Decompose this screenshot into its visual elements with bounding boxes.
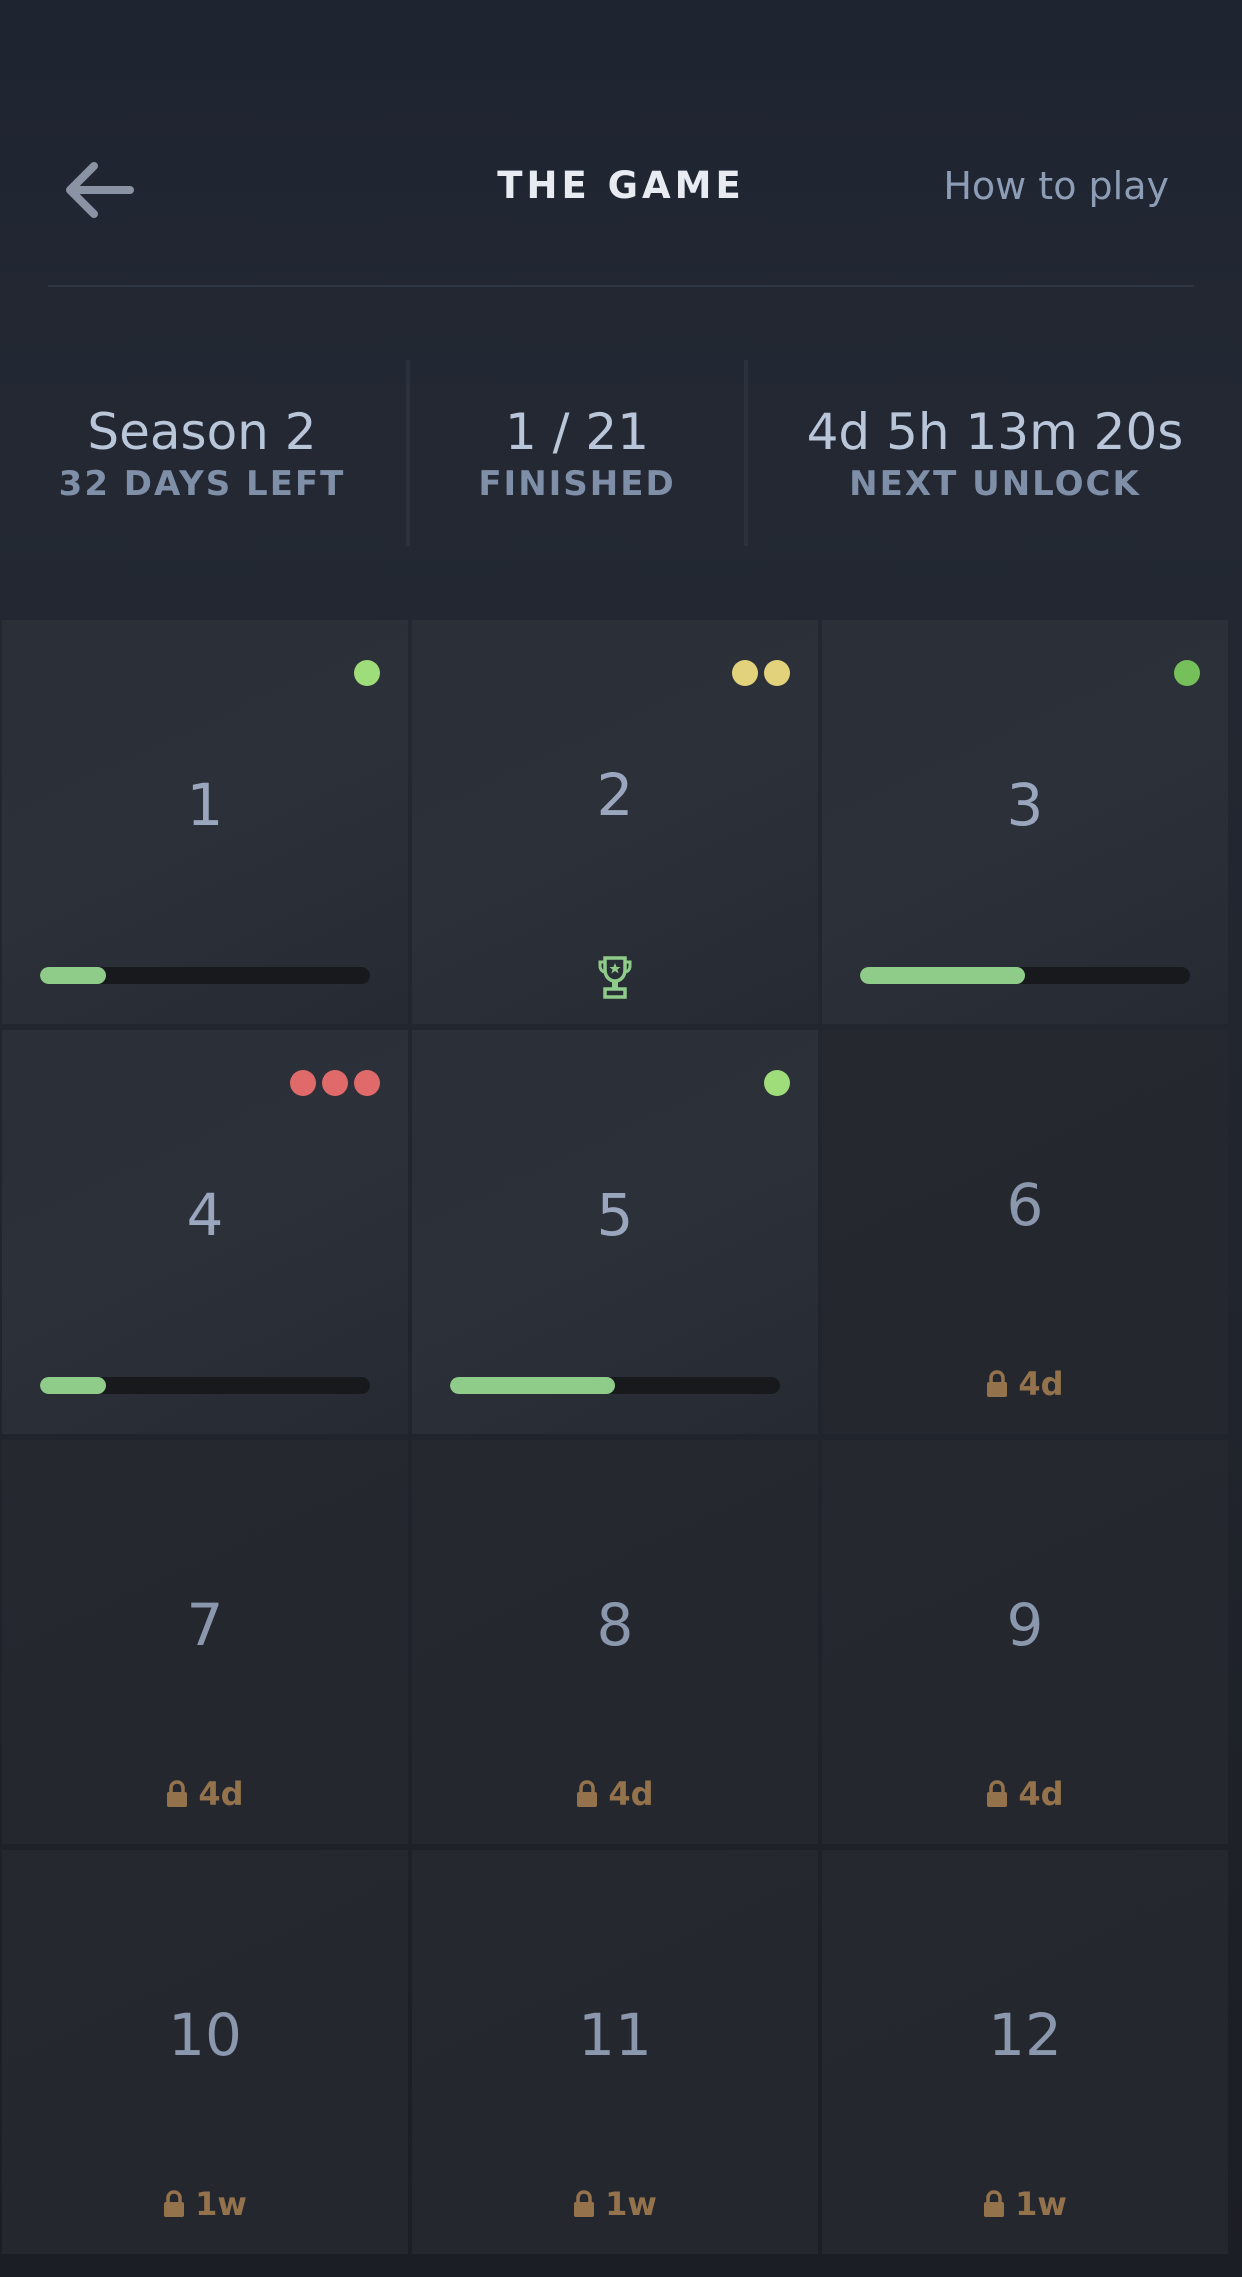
- progress-bar: [40, 967, 370, 984]
- season-value: Season 2: [87, 403, 317, 461]
- status-dot: [290, 1070, 316, 1096]
- progress-fill: [860, 967, 1025, 984]
- status-dot: [732, 660, 758, 686]
- lock-icon: [987, 1370, 1008, 1397]
- lock-time-label: 1w: [1015, 2185, 1067, 2223]
- lock-icon: [167, 1780, 188, 1807]
- lock-icon: [987, 1780, 1008, 1807]
- lock-time-label: 1w: [195, 2185, 247, 2223]
- status-dot: [764, 660, 790, 686]
- status-dot: [354, 1070, 380, 1096]
- header-divider: [48, 285, 1194, 287]
- level-tile[interactable]: 3: [822, 620, 1228, 1024]
- lock-countdown: 1w: [822, 2186, 1228, 2222]
- level-number: 6: [1006, 1171, 1044, 1239]
- status-dots: [290, 1070, 380, 1096]
- level-number: 1: [186, 771, 224, 839]
- trophy-icon: [598, 956, 632, 999]
- lock-icon: [984, 2190, 1005, 2217]
- stats-bar: Season 2 32 DAYS LEFT 1 / 21 FINISHED 4d…: [0, 360, 1242, 546]
- lock-countdown: 4d: [822, 1776, 1228, 1812]
- status-dots: [732, 660, 790, 686]
- progress-bar: [860, 967, 1190, 984]
- level-number: 3: [1006, 771, 1044, 839]
- lock-icon: [164, 2190, 185, 2217]
- lock-countdown: 4d: [2, 1776, 408, 1812]
- lock-countdown: 1w: [412, 2186, 818, 2222]
- status-dots: [1174, 660, 1200, 686]
- progress-fill: [40, 1377, 106, 1394]
- level-tile[interactable]: 12 1w: [822, 1850, 1228, 2254]
- level-tile[interactable]: 4: [2, 1030, 408, 1434]
- lock-countdown: 4d: [412, 1776, 818, 1812]
- finished-value: 1 / 21: [504, 403, 650, 461]
- finished-label: FINISHED: [478, 464, 676, 504]
- level-number: 12: [988, 2001, 1062, 2069]
- status-dot: [764, 1070, 790, 1096]
- days-left-label: 32 DAYS LEFT: [58, 464, 346, 504]
- next-unlock-label: NEXT UNLOCK: [849, 464, 1141, 504]
- progress-fill: [450, 1377, 615, 1394]
- next-unlock-value: 4d 5h 13m 20s: [806, 403, 1184, 461]
- level-tile[interactable]: 6 4d: [822, 1030, 1228, 1434]
- progress-fill: [40, 967, 106, 984]
- level-tile[interactable]: 7 4d: [2, 1440, 408, 1844]
- level-number: 4: [186, 1181, 224, 1249]
- level-number: 2: [596, 761, 634, 829]
- progress-bar: [450, 1377, 780, 1394]
- status-dots: [354, 660, 380, 686]
- lock-countdown: 4d: [822, 1366, 1228, 1402]
- status-dots: [764, 1070, 790, 1096]
- lock-time-label: 1w: [605, 2185, 657, 2223]
- lock-icon: [574, 2190, 595, 2217]
- lock-time-label: 4d: [1018, 1775, 1064, 1813]
- lock-countdown: 1w: [2, 2186, 408, 2222]
- level-number: 10: [168, 2001, 242, 2069]
- lock-icon: [577, 1780, 598, 1807]
- game-screen: THE GAME How to play Season 2 32 DAYS LE…: [0, 0, 1242, 2277]
- level-tile[interactable]: 2: [412, 620, 818, 1024]
- lock-time-label: 4d: [608, 1775, 654, 1813]
- level-number: 9: [1006, 1591, 1044, 1659]
- level-number: 5: [596, 1181, 634, 1249]
- level-number: 7: [186, 1591, 224, 1659]
- how-to-play-link[interactable]: How to play: [943, 164, 1169, 208]
- status-dot: [1174, 660, 1200, 686]
- level-tile[interactable]: 11 1w: [412, 1850, 818, 2254]
- status-dot: [322, 1070, 348, 1096]
- header: THE GAME How to play: [0, 0, 1242, 287]
- level-number: 8: [596, 1591, 634, 1659]
- level-tile[interactable]: 5: [412, 1030, 818, 1434]
- finished-stat: 1 / 21 FINISHED: [410, 360, 744, 546]
- level-tile[interactable]: 1: [2, 620, 408, 1024]
- lock-time-label: 4d: [198, 1775, 244, 1813]
- progress-bar: [40, 1377, 370, 1394]
- lock-time-label: 4d: [1018, 1365, 1064, 1403]
- level-tile[interactable]: 9 4d: [822, 1440, 1228, 1844]
- season-stat: Season 2 32 DAYS LEFT: [0, 360, 404, 546]
- level-tile[interactable]: 8 4d: [412, 1440, 818, 1844]
- status-dot: [354, 660, 380, 686]
- next-unlock-stat: 4d 5h 13m 20s NEXT UNLOCK: [748, 360, 1242, 546]
- level-number: 11: [578, 2001, 652, 2069]
- level-tile[interactable]: 10 1w: [2, 1850, 408, 2254]
